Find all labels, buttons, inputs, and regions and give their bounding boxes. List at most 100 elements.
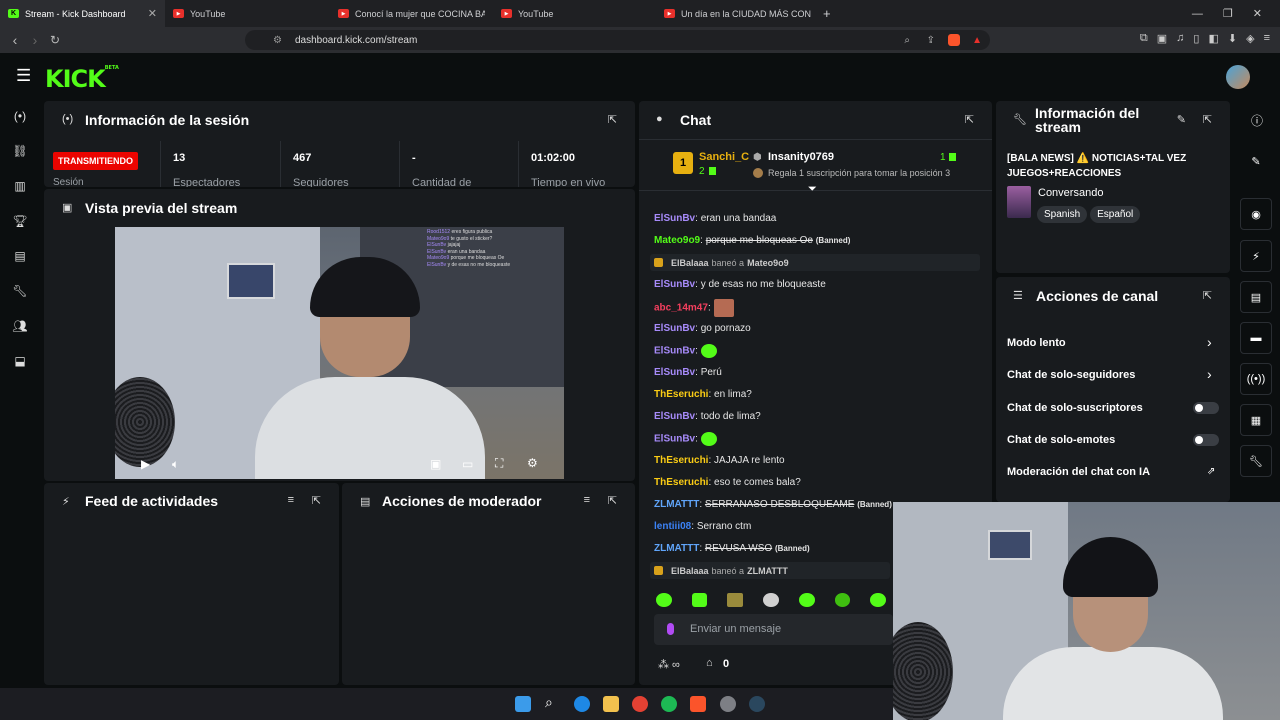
- popout-icon[interactable]: ⇱: [1203, 113, 1212, 126]
- subscribers-only-toggle[interactable]: [1193, 402, 1219, 414]
- tab-youtube-2[interactable]: ▶ YouTube: [493, 0, 656, 27]
- emote-7-icon[interactable]: [870, 593, 887, 607]
- forward-icon[interactable]: ›: [25, 32, 45, 48]
- chat-user[interactable]: ZLMATTT: [654, 543, 699, 554]
- chat-user[interactable]: ElSunBv: [654, 411, 695, 422]
- screenshot-icon[interactable]: ▣: [1157, 32, 1167, 45]
- layout-icon[interactable]: ▦: [1240, 404, 1272, 436]
- menu-icon[interactable]: ≡: [1264, 32, 1270, 45]
- chat-users-icon[interactable]: ⁂ ∞: [658, 658, 680, 671]
- emote-1-icon[interactable]: [656, 593, 672, 607]
- expand-leaderboard-icon[interactable]: ⏷: [808, 183, 817, 196]
- chat-user[interactable]: Mateo9o9: [654, 235, 700, 246]
- chevron-right-icon[interactable]: ›: [1207, 334, 1212, 350]
- stream-nav-icon[interactable]: (•): [0, 98, 40, 133]
- stream-video-player[interactable]: Rood1512 eres figura publica Mateo9o9 te…: [115, 227, 564, 479]
- chat-user[interactable]: ZLMATTT: [654, 499, 699, 510]
- chat-user[interactable]: ThEseruchi: [654, 389, 708, 400]
- zoom-icon[interactable]: ⌕: [904, 35, 910, 46]
- address-bar[interactable]: ⚙ dashboard.kick.com/stream ⌕ ⇪ ▲: [245, 30, 990, 50]
- settings-icon[interactable]: ⚙: [527, 456, 538, 470]
- chat-user[interactable]: ThEseruchi: [654, 455, 708, 466]
- sidebar-icon[interactable]: ▯: [1193, 32, 1199, 45]
- community-nav-icon[interactable]: 👥︎: [0, 308, 40, 343]
- search-icon[interactable]: ⌕: [545, 694, 561, 710]
- kick-logo[interactable]: KICKBETA: [45, 65, 119, 93]
- trophy-nav-icon[interactable]: 🏆︎: [0, 203, 40, 238]
- extensions-icon[interactable]: ⧉: [1140, 32, 1148, 45]
- ai-moderation-label[interactable]: Moderación del chat con IA: [1007, 466, 1150, 478]
- hamburger-menu-icon[interactable]: ☰: [16, 66, 31, 86]
- chat-user[interactable]: ElSunBv: [654, 346, 695, 357]
- chrome-icon[interactable]: [632, 696, 648, 712]
- tab-cocina-basura[interactable]: ▶ Conocí la mujer que COCINA BASURA: [330, 0, 493, 27]
- popout-icon[interactable]: ⇱: [608, 494, 617, 507]
- windows-start-icon[interactable]: [515, 696, 531, 712]
- edit-icon[interactable]: ✎: [1177, 113, 1186, 126]
- broadcast-icon[interactable]: ((•)): [1240, 363, 1272, 395]
- reload-icon[interactable]: ↻: [45, 33, 65, 47]
- chevron-right-icon[interactable]: ›: [1207, 366, 1212, 382]
- app-icon[interactable]: [720, 696, 736, 712]
- emote-2-icon[interactable]: [691, 593, 708, 607]
- emote-5-icon[interactable]: [798, 593, 815, 607]
- close-tab-icon[interactable]: ✕: [148, 7, 157, 20]
- popout-icon[interactable]: ⇱: [965, 113, 974, 126]
- play-icon[interactable]: ▶: [141, 457, 150, 471]
- popout-icon[interactable]: ⇱: [1203, 289, 1212, 302]
- analytics-nav-icon[interactable]: ▥: [0, 168, 40, 203]
- steam-icon[interactable]: [749, 696, 765, 712]
- lightning-icon[interactable]: ⚡︎: [1240, 240, 1272, 272]
- chat-user[interactable]: ElSunBv: [654, 323, 695, 334]
- edit-layout-icon[interactable]: ✎: [1240, 145, 1272, 177]
- volume-icon[interactable]: 🔈︎: [172, 457, 179, 472]
- file-explorer-icon[interactable]: [603, 696, 619, 712]
- tab-youtube-1[interactable]: ▶ YouTube: [165, 0, 330, 27]
- chat-input[interactable]: Enviar un mensaje: [654, 614, 893, 645]
- brave-icon[interactable]: [690, 696, 706, 712]
- chat-user[interactable]: lentiii08: [654, 521, 691, 532]
- creator-nav-icon[interactable]: ⬓: [0, 343, 40, 378]
- popout-icon[interactable]: ⇱: [312, 494, 321, 507]
- wallet-icon[interactable]: ◧: [1208, 32, 1218, 45]
- edge-icon[interactable]: [574, 696, 590, 712]
- chat-user[interactable]: ElSunBv: [654, 367, 695, 378]
- filter-icon[interactable]: ≡: [288, 494, 294, 506]
- chat-user[interactable]: ElSunBv: [654, 434, 695, 445]
- popout-icon[interactable]: ⇱: [608, 113, 617, 126]
- tab-ciudad-contaminada[interactable]: ▶ Un día en la CIUDAD MÁS CONTAMI: [656, 0, 819, 27]
- external-link-icon[interactable]: ⇗: [1207, 466, 1215, 477]
- media-icon[interactable]: ♫: [1176, 32, 1184, 45]
- category-name[interactable]: Conversando: [1038, 187, 1103, 199]
- filter-icon[interactable]: ≡: [584, 494, 590, 506]
- link-nav-icon[interactable]: ⛓: [0, 133, 40, 168]
- maximize-icon[interactable]: ❐: [1223, 7, 1233, 20]
- library-nav-icon[interactable]: ▤: [0, 238, 40, 273]
- emotes-only-toggle[interactable]: [1193, 434, 1219, 446]
- gift-cta[interactable]: Regala 1 suscripción para tomar la posic…: [768, 168, 950, 178]
- avatar[interactable]: [1226, 65, 1250, 89]
- tab-kick-dashboard[interactable]: K Stream - Kick Dashboard ✕: [0, 0, 165, 27]
- brave-rewards-icon[interactable]: ▲: [972, 35, 982, 46]
- vpn-icon[interactable]: ◈: [1246, 32, 1254, 45]
- chat-user[interactable]: ElSunBv: [654, 213, 695, 224]
- downloads-icon[interactable]: ⬇: [1228, 32, 1237, 45]
- camera-icon[interactable]: ◉: [1240, 198, 1272, 230]
- store-icon[interactable]: ⌂: [706, 657, 713, 669]
- brave-shields-icon[interactable]: [948, 34, 960, 46]
- back-icon[interactable]: ‹: [5, 32, 25, 48]
- new-tab-button[interactable]: +: [819, 0, 835, 27]
- theater-icon[interactable]: ▭: [462, 457, 473, 471]
- chat-user[interactable]: abc_14m47: [654, 303, 708, 314]
- followers-only-label[interactable]: Chat de solo-seguidores: [1007, 369, 1135, 381]
- share-icon[interactable]: ⇪: [927, 35, 935, 46]
- emote-4-icon[interactable]: [763, 593, 779, 607]
- fullscreen-icon[interactable]: ⛶: [495, 456, 503, 471]
- pip-icon[interactable]: ▣: [430, 457, 441, 471]
- chat-user[interactable]: ThEseruchi: [654, 477, 708, 488]
- emote-3-icon[interactable]: [727, 593, 744, 607]
- close-window-icon[interactable]: ✕: [1253, 7, 1262, 20]
- chat-user[interactable]: ElSunBv: [654, 279, 695, 290]
- microphone-icon[interactable]: [667, 623, 674, 635]
- minimize-icon[interactable]: —: [1192, 8, 1203, 20]
